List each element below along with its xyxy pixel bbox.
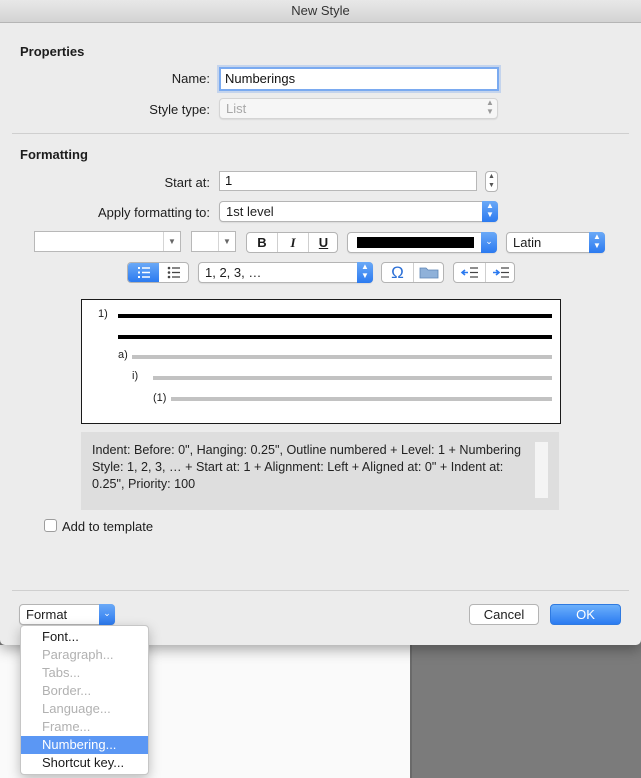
chevron-down-icon[interactable]: ▼ [218,232,235,251]
apply-formatting-popup[interactable]: 1st level ▲ ▼ [219,201,498,222]
start-at-input[interactable]: 1 [219,171,477,191]
font-color-popup[interactable]: ⌄ [347,232,497,253]
description-scrollbar[interactable] [535,442,548,498]
format-menu-button[interactable]: Format ⌄ [19,604,115,625]
style-type-value: List [226,101,247,116]
numbered-list-icon [138,267,150,278]
bulleted-list-icon [167,266,180,279]
add-to-template-checkbox[interactable] [44,519,57,532]
chevron-down-icon: ⌄ [99,604,115,625]
preview-level-1-label: 1) [98,308,108,320]
ok-button[interactable]: OK [550,604,621,625]
indent-group [453,262,515,283]
increase-indent-icon [493,267,509,278]
insert-symbol-button[interactable]: Ω [382,263,413,282]
add-to-template-label: Add to template [62,519,154,534]
symbol-picture-group: Ω [381,262,444,283]
number-style-value: 1, 2, 3, … [205,265,262,280]
bold-button[interactable]: B [247,233,277,252]
popup-arrows-icon: ▲ ▼ [486,98,494,116]
preview-level-2-line [132,355,552,359]
popup-arrows-icon: ▲ ▼ [589,232,605,253]
font-size-combo[interactable]: ▼ [191,231,236,252]
folder-icon [419,267,439,279]
font-color-swatch [357,237,474,248]
apply-formatting-label: Apply formatting to: [98,205,210,220]
bulleted-list-button[interactable] [159,263,189,282]
number-style-popup[interactable]: 1, 2, 3, … ▲ ▼ [198,262,373,283]
start-at-stepper[interactable]: ▲ ▼ [485,171,498,192]
menu-item-paragraph[interactable]: Paragraph... [21,646,148,664]
name-input-value: Numberings [225,71,296,86]
menu-item-border[interactable]: Border... [21,682,148,700]
section-divider [12,133,629,134]
style-description: Indent: Before: 0", Hanging: 0.25", Outl… [81,432,559,510]
start-at-value: 1 [225,173,233,188]
numbered-list-button[interactable] [128,263,159,282]
name-label: Name: [171,71,210,86]
format-dropdown-menu: Font... Paragraph... Tabs... Border... L… [20,625,149,775]
preview-level-3-line [153,376,552,380]
popup-arrows-icon: ▲ ▼ [357,262,373,283]
italic-button[interactable]: I [278,233,308,252]
cancel-button[interactable]: Cancel [469,604,539,625]
preview-level-4-line [171,397,552,401]
script-value: Latin [513,235,542,250]
menu-item-shortcut-key[interactable]: Shortcut key... [21,754,148,772]
menu-item-numbering[interactable]: Numbering... [21,736,148,754]
preview-level-3-label: i) [132,370,139,382]
style-type-popup[interactable]: List ▲ ▼ [219,98,498,119]
bold-italic-underline-group: B I U [246,232,338,253]
preview-level-2-label: a) [118,349,128,361]
picture-bullet-button[interactable] [414,263,444,282]
style-type-label: Style type: [149,102,210,117]
menu-item-tabs[interactable]: Tabs... [21,664,148,682]
menu-item-font[interactable]: Font... [21,628,148,646]
decrease-indent-button[interactable] [454,263,485,282]
chevron-down-icon[interactable]: ▼ [163,232,180,251]
decrease-indent-icon [460,267,478,278]
formatting-heading: Formatting [20,147,88,162]
footer-divider [12,590,629,591]
font-name-combo[interactable]: ▼ [34,231,181,252]
increase-indent-button[interactable] [486,263,515,282]
list-type-group [127,262,189,283]
menu-item-language[interactable]: Language... [21,700,148,718]
underline-button[interactable]: U [309,233,338,252]
script-popup[interactable]: Latin ▲ ▼ [506,232,605,253]
name-input[interactable]: Numberings [219,67,499,91]
popup-arrows-icon: ▲ ▼ [482,201,498,222]
style-description-text: Indent: Before: 0", Hanging: 0.25", Outl… [92,443,521,491]
preview-level-1-line [118,335,552,339]
window-background [412,645,641,778]
numbering-preview: 1) a) i) (1) [81,299,561,424]
new-style-dialog: New Style Properties Name: Numberings St… [0,0,641,645]
menu-item-frame[interactable]: Frame... [21,718,148,736]
chevron-down-icon: ⌄ [481,232,497,253]
preview-level-4-label: (1) [153,392,167,404]
preview-level-1-line [118,314,552,318]
dialog-title: New Style [0,0,641,23]
properties-heading: Properties [20,44,85,59]
apply-formatting-value: 1st level [226,204,274,219]
format-button-label: Format [26,607,68,622]
start-at-label: Start at: [164,175,210,190]
